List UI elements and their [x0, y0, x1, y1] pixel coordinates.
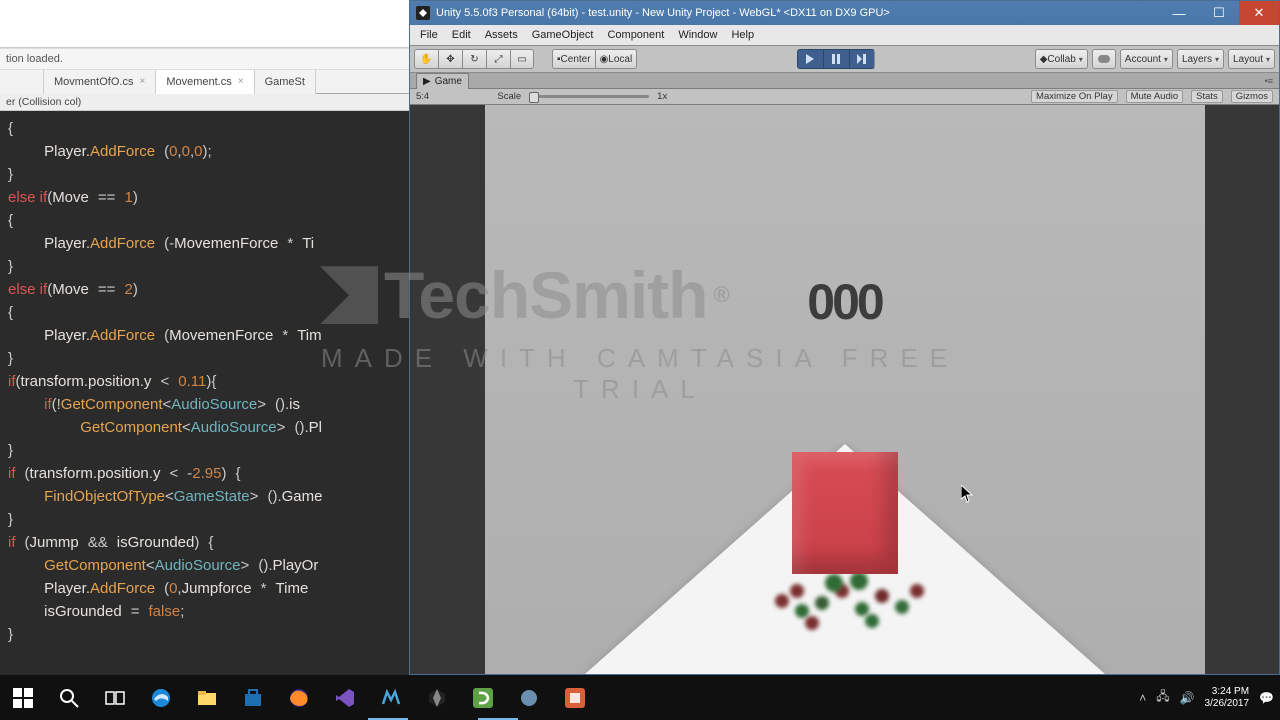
menu-file[interactable]: File [414, 27, 444, 43]
menu-help[interactable]: Help [725, 27, 760, 43]
tray-chevron-up-icon[interactable]: ˄ [1139, 691, 1146, 705]
tray-volume-icon[interactable]: 🔊 [1180, 691, 1195, 705]
start-button[interactable] [0, 675, 46, 720]
score-text: 000 [807, 273, 881, 331]
editor-tab-movmentofo[interactable]: MovmentOfO.cs × [44, 70, 156, 94]
code-area[interactable]: { Player.AddForce (0,0,0); } else if(Mov… [0, 111, 409, 675]
scale-slider[interactable] [529, 95, 649, 98]
tab-label: GameSt [265, 76, 305, 88]
editor-tab-movement[interactable]: Movement.cs × [156, 70, 254, 94]
menu-bar: File Edit Assets GameObject Component Wi… [410, 25, 1279, 45]
unity-toolbar: ✋ ✥ ↻ ⤢ ▭ ▪ Center ◉ Local ◆ Collab Acco… [410, 45, 1279, 73]
tray-date: 3/26/2017 [1205, 698, 1250, 710]
unity-window: Unity 5.5.0f3 Personal (64bit) - test.un… [409, 0, 1280, 675]
layout-dropdown[interactable]: Layout [1228, 49, 1275, 69]
stats-button[interactable]: Stats [1191, 90, 1223, 103]
tray-clock[interactable]: 3:24 PM 3/26/2017 [1205, 686, 1250, 710]
game-toolbar: 5:4 Scale 1x Maximize On Play Mute Audio… [410, 89, 1279, 105]
taskbar-camtasia[interactable] [460, 675, 506, 720]
hand-tool-button[interactable]: ✋ [414, 49, 438, 69]
scale-tool-button[interactable]: ⤢ [486, 49, 510, 69]
windows-taskbar: ˄ 🖧 🔊 3:24 PM 3/26/2017 💬 [0, 675, 1280, 720]
pivot-button[interactable]: ▪ Center [552, 49, 595, 69]
close-icon[interactable]: × [139, 76, 145, 87]
tray-time: 3:24 PM [1205, 686, 1250, 698]
taskbar-app[interactable] [506, 675, 552, 720]
collab-dropdown[interactable]: ◆ Collab [1035, 49, 1088, 69]
move-tool-button[interactable]: ✥ [438, 49, 462, 69]
account-dropdown[interactable]: Account [1120, 49, 1173, 69]
step-button[interactable] [849, 49, 875, 69]
tray-network-icon[interactable]: 🖧 [1156, 687, 1169, 708]
menu-edit[interactable]: Edit [446, 27, 477, 43]
close-icon[interactable]: × [238, 76, 244, 87]
task-view-button[interactable] [92, 675, 138, 720]
taskbar-firefox[interactable] [276, 675, 322, 720]
tab-label: MovmentOfO.cs [54, 76, 133, 88]
menu-gameobject[interactable]: GameObject [526, 27, 600, 43]
editor-tab-partial[interactable] [0, 70, 44, 94]
taskbar-mono[interactable] [368, 675, 414, 720]
game-viewport[interactable]: 000 [410, 105, 1279, 674]
scale-label: Scale [497, 91, 521, 102]
maximize-on-play-button[interactable]: Maximize On Play [1031, 90, 1118, 103]
taskbar-explorer[interactable] [184, 675, 230, 720]
window-title: Unity 5.5.0f3 Personal (64bit) - test.un… [436, 7, 890, 19]
taskbar-store[interactable] [230, 675, 276, 720]
gizmos-button[interactable]: Gizmos [1231, 90, 1273, 103]
player-cube [792, 452, 898, 574]
taskbar-vs[interactable] [322, 675, 368, 720]
editor-tab-bar: MovmentOfO.cs × Movement.cs × GameSt [0, 70, 409, 94]
cloud-icon [1098, 55, 1110, 63]
tray-notifications-icon[interactable]: 💬 [1259, 691, 1274, 705]
layers-dropdown[interactable]: Layers [1177, 49, 1224, 69]
tab-label: Movement.cs [166, 76, 231, 88]
system-tray: ˄ 🖧 🔊 3:24 PM 3/26/2017 💬 [1139, 675, 1280, 720]
game-tab[interactable]: ▶ Game [416, 73, 469, 89]
cloud-button[interactable] [1092, 49, 1116, 69]
unity-icon [416, 6, 430, 20]
mute-audio-button[interactable]: Mute Audio [1126, 90, 1184, 103]
minimize-button[interactable]: — [1159, 1, 1199, 25]
taskbar-recorder[interactable] [552, 675, 598, 720]
rect-tool-button[interactable]: ▭ [510, 49, 534, 69]
pause-button[interactable] [823, 49, 849, 69]
transform-tool-group: ✋ ✥ ↻ ⤢ ▭ [414, 49, 534, 69]
editor-status-text: tion loaded. [0, 48, 409, 70]
pivot-group: ▪ Center ◉ Local [552, 49, 637, 69]
editor-toolbar-area [0, 0, 409, 48]
aspect-dropdown[interactable]: 5:4 [416, 91, 429, 102]
game-tab-header: ▶ Game •≡ [410, 73, 1279, 89]
menu-component[interactable]: Component [601, 27, 670, 43]
close-button[interactable]: ✕ [1239, 1, 1279, 25]
menu-assets[interactable]: Assets [479, 27, 524, 43]
scale-value: 1x [657, 91, 667, 102]
play-controls [797, 49, 875, 69]
editor-tab-gamest[interactable]: GameSt [255, 70, 316, 94]
tab-options-icon[interactable]: •≡ [1265, 76, 1273, 86]
maximize-button[interactable]: ☐ [1199, 1, 1239, 25]
rotate-tool-button[interactable]: ↻ [462, 49, 486, 69]
space-button[interactable]: ◉ Local [595, 49, 638, 69]
editor-breadcrumb: er (Collision col) [0, 94, 409, 111]
menu-window[interactable]: Window [672, 27, 723, 43]
game-render-area: 000 [485, 105, 1205, 674]
play-button[interactable] [797, 49, 823, 69]
taskbar-edge[interactable] [138, 675, 184, 720]
search-button[interactable] [46, 675, 92, 720]
window-titlebar[interactable]: Unity 5.5.0f3 Personal (64bit) - test.un… [410, 1, 1279, 25]
taskbar-unity[interactable] [414, 675, 460, 720]
code-editor-window: tion loaded. MovmentOfO.cs × Movement.cs… [0, 0, 409, 675]
